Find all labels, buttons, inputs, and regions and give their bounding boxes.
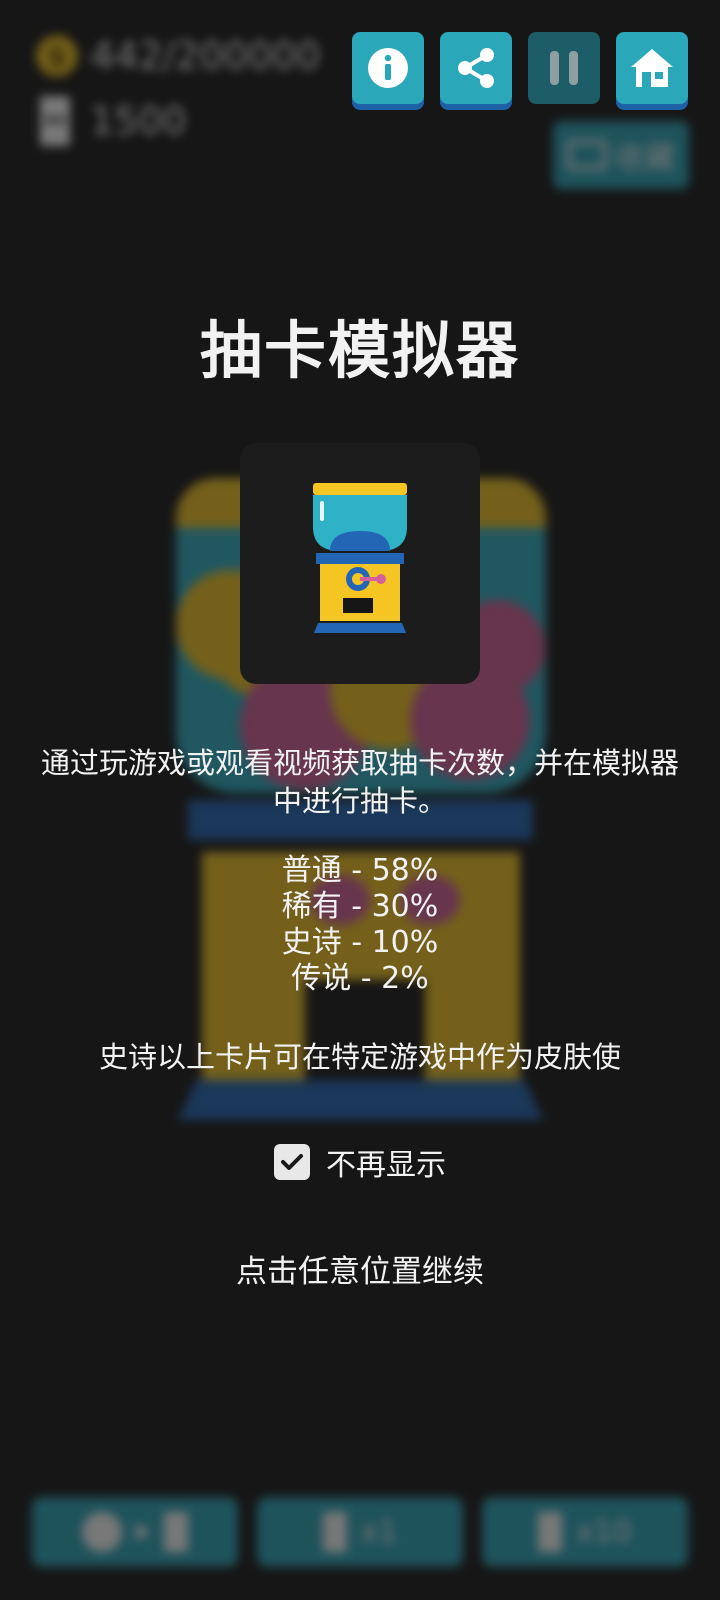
draw-ten-button: x10	[482, 1497, 688, 1567]
ticket-counter: 1500	[40, 96, 187, 146]
buy-tickets-button	[32, 1497, 238, 1567]
home-button[interactable]	[616, 32, 688, 104]
dialog-title: 抽卡模拟器	[199, 314, 520, 387]
coin-counter: $ 442/200000	[36, 34, 320, 78]
tap-to-continue-hint[interactable]: 点击任意位置继续	[0, 1246, 720, 1291]
home-icon	[631, 49, 673, 87]
dont-show-again-toggle[interactable]: 不再显示	[274, 1140, 446, 1184]
coin-icon	[82, 1512, 122, 1552]
ticket-icon	[538, 1512, 563, 1552]
rate-epic: 史诗 - 10%	[281, 925, 439, 960]
checkmark-icon	[281, 1154, 303, 1170]
share-icon	[458, 48, 494, 88]
info-icon	[368, 48, 408, 88]
dont-show-again-checkbox[interactable]	[274, 1144, 310, 1180]
rate-legendary: 传说 - 2%	[291, 961, 429, 996]
coin-count: 442/200000	[90, 34, 321, 78]
collection-button: 收藏	[553, 121, 689, 189]
draw-ten-label: x10	[576, 1514, 632, 1550]
draw-one-button: x1	[257, 1497, 463, 1567]
pause-icon	[550, 51, 578, 85]
book-icon	[567, 140, 607, 170]
gacha-machine-icon	[313, 483, 407, 633]
ticket-icon	[322, 1512, 347, 1552]
dialog-note: 史诗以上卡片可在特定游戏中作为皮肤使	[98, 1040, 621, 1074]
ticket-count: 1500	[90, 99, 187, 143]
draw-one-label: x1	[360, 1514, 398, 1550]
rate-rare: 稀有 - 30%	[281, 889, 439, 924]
info-button[interactable]	[352, 32, 424, 104]
ticket-icon	[40, 96, 70, 146]
arrow-right-icon	[136, 1523, 150, 1541]
gacha-machine-card	[240, 443, 480, 684]
ticket-icon	[164, 1512, 188, 1552]
drop-rate-list: 普通 - 58% 稀有 - 30% 史诗 - 10% 传说 - 2%	[0, 853, 720, 997]
coin-icon: $	[36, 35, 78, 77]
dont-show-again-label: 不再显示	[326, 1148, 446, 1183]
collection-label: 收藏	[615, 141, 675, 176]
pause-button[interactable]	[528, 32, 600, 104]
dialog-description: 通过玩游戏或观看视频获取抽卡次数，并在模拟器中进行抽卡。	[40, 746, 679, 818]
share-button[interactable]	[440, 32, 512, 104]
rate-common: 普通 - 58%	[281, 853, 439, 888]
